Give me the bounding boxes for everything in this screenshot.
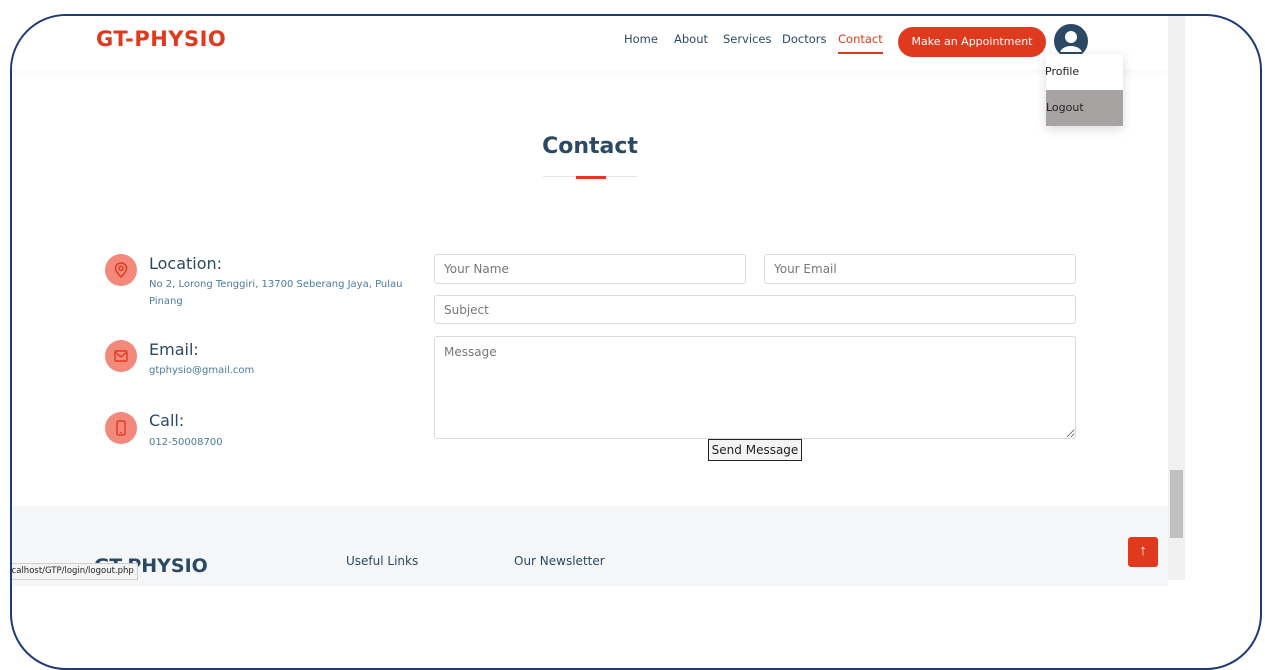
call-text[interactable]: 012-50008700: [149, 434, 223, 451]
section-title: Contact: [542, 134, 638, 159]
user-dropdown-menu: Profile Logout: [1045, 54, 1123, 126]
subject-input[interactable]: [434, 295, 1076, 324]
make-appointment-button[interactable]: Make an Appointment: [898, 27, 1046, 57]
browser-frame: GT-PHYSIO Home About Services Doctors Co…: [10, 14, 1262, 670]
footer-useful-links-heading: Useful Links: [346, 554, 419, 568]
title-accent-bar: [576, 176, 606, 179]
email-input[interactable]: [764, 254, 1076, 284]
scrollbar-thumb[interactable]: [1170, 470, 1183, 538]
name-input[interactable]: [434, 254, 746, 284]
nav-services[interactable]: Services: [723, 32, 772, 46]
status-bar-url: localhost/GTP/login/logout.php: [12, 563, 138, 580]
call-title: Call:: [149, 411, 185, 430]
location-title: Location:: [149, 254, 223, 273]
site-header: GT-PHYSIO Home About Services Doctors Co…: [12, 16, 1168, 70]
email-text[interactable]: gtphysio@gmail.com: [149, 362, 254, 379]
email-title: Email:: [149, 340, 199, 359]
phone-icon: [105, 412, 137, 444]
page-content: GT-PHYSIO Home About Services Doctors Co…: [12, 16, 1260, 640]
footer-newsletter-heading: Our Newsletter: [514, 554, 605, 568]
envelope-icon: [105, 340, 137, 372]
message-textarea[interactable]: [434, 336, 1076, 439]
send-message-button[interactable]: Send Message: [708, 439, 802, 461]
menu-item-profile[interactable]: Profile: [1045, 54, 1123, 90]
user-avatar-icon[interactable]: [1054, 24, 1088, 58]
menu-item-logout[interactable]: Logout: [1046, 90, 1123, 126]
arrow-up-icon: ↑: [1139, 542, 1147, 559]
nav-home[interactable]: Home: [624, 32, 658, 46]
nav-doctors[interactable]: Doctors: [782, 32, 826, 46]
map-pin-icon: [105, 254, 137, 286]
back-to-top-button[interactable]: ↑: [1128, 537, 1158, 567]
site-logo[interactable]: GT-PHYSIO: [96, 27, 226, 51]
nav-about[interactable]: About: [674, 32, 708, 46]
location-text: No 2, Lorong Tenggiri, 13700 Seberang Ja…: [149, 279, 403, 307]
nav-contact[interactable]: Contact: [838, 32, 883, 54]
